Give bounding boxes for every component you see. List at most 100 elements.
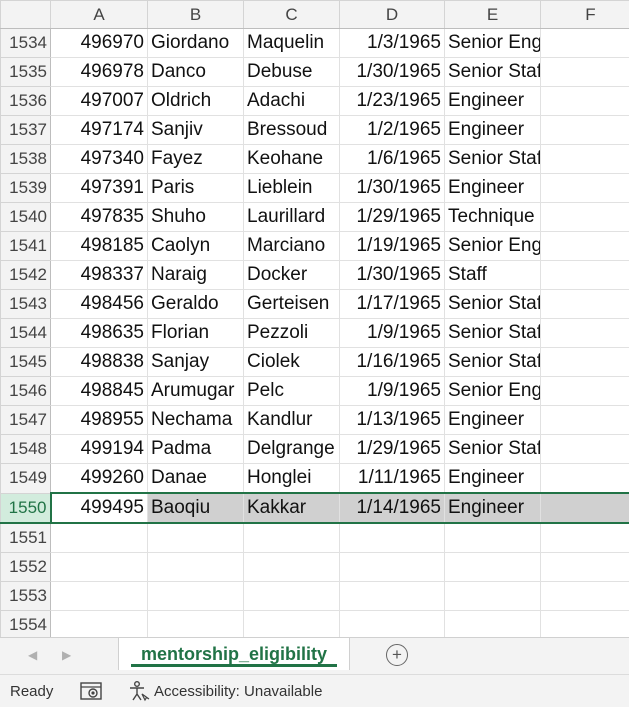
cell-emp-no[interactable]: 497340 [51, 145, 148, 174]
cell-empty[interactable] [541, 493, 629, 523]
cell-emp-no[interactable]: 499194 [51, 435, 148, 464]
cell-emp-no[interactable]: 497174 [51, 116, 148, 145]
cell-last-name[interactable]: Docker [244, 261, 340, 290]
table-row[interactable]: 1544498635FlorianPezzoli1/9/1965Senior S… [1, 319, 629, 348]
cell-first-name[interactable]: Paris [148, 174, 244, 203]
spreadsheet-grid[interactable]: A B C D E F 1534496970GiordanoMaquelin1/… [0, 0, 629, 637]
cell-date[interactable]: 1/6/1965 [340, 145, 445, 174]
cell-date[interactable]: 1/19/1965 [340, 232, 445, 261]
cell-emp-no[interactable]: 498955 [51, 406, 148, 435]
cell-title[interactable]: Engineer [445, 493, 541, 523]
row-header[interactable]: 1534 [1, 29, 51, 58]
table-row[interactable]: 1553 [1, 582, 629, 611]
table-row[interactable]: 1547498955NechamaKandlur1/13/1965Enginee… [1, 406, 629, 435]
cell-date[interactable]: 1/23/1965 [340, 87, 445, 116]
cell-date[interactable]: 1/29/1965 [340, 435, 445, 464]
cell-empty[interactable] [340, 553, 445, 582]
table-row[interactable]: 1537497174SanjivBressoud1/2/1965Engineer [1, 116, 629, 145]
cell-empty[interactable] [541, 261, 629, 290]
cell-empty[interactable] [51, 611, 148, 638]
cell-date[interactable]: 1/14/1965 [340, 493, 445, 523]
cell-title[interactable]: Engineer [445, 174, 541, 203]
table-row[interactable]: 1548499194PadmaDelgrange1/29/1965Senior … [1, 435, 629, 464]
cell-first-name[interactable]: Shuho [148, 203, 244, 232]
cell-title[interactable]: Senior Staff [445, 58, 541, 87]
cell-emp-no[interactable]: 497007 [51, 87, 148, 116]
column-header-f[interactable]: F [541, 1, 629, 29]
cell-empty[interactable] [541, 406, 629, 435]
cell-emp-no[interactable]: 498337 [51, 261, 148, 290]
column-header-a[interactable]: A [51, 1, 148, 29]
cell-date[interactable]: 1/30/1965 [340, 174, 445, 203]
cell-first-name[interactable]: Padma [148, 435, 244, 464]
cell-date[interactable]: 1/30/1965 [340, 58, 445, 87]
cell-first-name[interactable]: Nechama [148, 406, 244, 435]
table-row[interactable]: 1545498838SanjayCiolek1/16/1965Senior St… [1, 348, 629, 377]
cell-date[interactable]: 1/2/1965 [340, 116, 445, 145]
cell-first-name[interactable]: Naraig [148, 261, 244, 290]
cell-emp-no[interactable]: 499495 [51, 493, 148, 523]
row-header[interactable]: 1548 [1, 435, 51, 464]
row-header[interactable]: 1541 [1, 232, 51, 261]
cell-last-name[interactable]: Laurillard [244, 203, 340, 232]
cell-date[interactable]: 1/3/1965 [340, 29, 445, 58]
cell-empty[interactable] [541, 174, 629, 203]
cell-title[interactable]: Engineer [445, 87, 541, 116]
cell-date[interactable]: 1/13/1965 [340, 406, 445, 435]
cell-first-name[interactable]: Fayez [148, 145, 244, 174]
table-row[interactable]: 1549499260DanaeHonglei1/11/1965Engineer [1, 464, 629, 494]
cell-last-name[interactable]: Bressoud [244, 116, 340, 145]
cell-empty[interactable] [148, 611, 244, 638]
cell-date[interactable]: 1/9/1965 [340, 377, 445, 406]
table-row[interactable]: 1551 [1, 523, 629, 553]
row-header[interactable]: 1539 [1, 174, 51, 203]
cell-title[interactable]: Senior Staff [445, 290, 541, 319]
cell-empty[interactable] [244, 582, 340, 611]
table-row[interactable]: 1550499495BaoqiuKakkar1/14/1965Engineer [1, 493, 629, 523]
cell-first-name[interactable]: Giordano [148, 29, 244, 58]
cell-last-name[interactable]: Debuse [244, 58, 340, 87]
cell-title[interactable]: Senior Staff [445, 319, 541, 348]
cell-title[interactable]: Engineer [445, 116, 541, 145]
cell-empty[interactable] [340, 611, 445, 638]
cell-last-name[interactable]: Kakkar [244, 493, 340, 523]
cell-empty[interactable] [148, 582, 244, 611]
row-header[interactable]: 1538 [1, 145, 51, 174]
cell-empty[interactable] [541, 435, 629, 464]
cell-title[interactable]: Senior Engineer [445, 29, 541, 58]
cell-title[interactable]: Staff [445, 261, 541, 290]
row-header[interactable]: 1536 [1, 87, 51, 116]
cell-last-name[interactable]: Lieblein [244, 174, 340, 203]
cell-date[interactable]: 1/29/1965 [340, 203, 445, 232]
cell-last-name[interactable]: Pezzoli [244, 319, 340, 348]
cell-emp-no[interactable]: 497391 [51, 174, 148, 203]
row-header[interactable]: 1547 [1, 406, 51, 435]
cell-empty[interactable] [541, 87, 629, 116]
cell-title[interactable]: Senior Staff [445, 435, 541, 464]
cell-date[interactable]: 1/16/1965 [340, 348, 445, 377]
cell-emp-no[interactable]: 496970 [51, 29, 148, 58]
cell-last-name[interactable]: Honglei [244, 464, 340, 494]
cell-title[interactable]: Senior Staff [445, 348, 541, 377]
cell-emp-no[interactable]: 496978 [51, 58, 148, 87]
row-header[interactable]: 1552 [1, 553, 51, 582]
cell-empty[interactable] [541, 319, 629, 348]
cell-empty[interactable] [340, 523, 445, 553]
cell-empty[interactable] [541, 348, 629, 377]
cell-last-name[interactable]: Adachi [244, 87, 340, 116]
cell-empty[interactable] [244, 611, 340, 638]
cell-last-name[interactable]: Keohane [244, 145, 340, 174]
cell-empty[interactable] [541, 523, 629, 553]
sheet-tab-mentorship-eligibility[interactable]: mentorship_eligibility [118, 638, 350, 670]
cell-empty[interactable] [51, 523, 148, 553]
select-all-corner[interactable] [1, 1, 51, 29]
cell-emp-no[interactable]: 499260 [51, 464, 148, 494]
cell-empty[interactable] [244, 523, 340, 553]
cell-empty[interactable] [445, 523, 541, 553]
cell-last-name[interactable]: Marciano [244, 232, 340, 261]
row-header[interactable]: 1540 [1, 203, 51, 232]
cell-first-name[interactable]: Oldrich [148, 87, 244, 116]
cell-empty[interactable] [541, 58, 629, 87]
cell-first-name[interactable]: Caolyn [148, 232, 244, 261]
cell-empty[interactable] [541, 203, 629, 232]
